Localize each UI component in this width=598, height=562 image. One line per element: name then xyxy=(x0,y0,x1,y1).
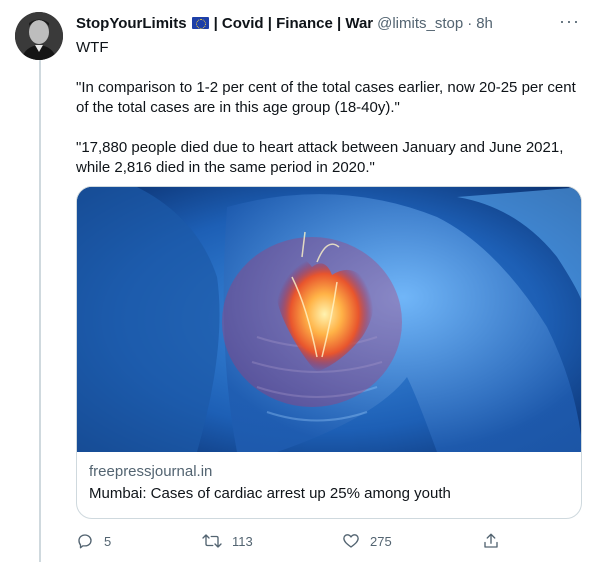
more-horizontal-icon[interactable]: ··· xyxy=(559,11,580,32)
author-name-suffix[interactable]: | Covid | Finance | War xyxy=(214,15,374,32)
reply-button[interactable]: 5 xyxy=(76,532,111,550)
author-handle[interactable]: @limits_stop xyxy=(377,15,463,32)
tweet-text-quote-1: "In comparison to 1-2 per cent of the to… xyxy=(76,79,576,116)
tweet-time[interactable]: 8h xyxy=(476,15,493,32)
link-card[interactable]: freepressjournal.in Mumbai: Cases of car… xyxy=(76,186,582,519)
reply-icon xyxy=(78,534,92,549)
card-image[interactable] xyxy=(77,187,581,452)
tweet-header: StopYourLimits | Covid | Finance | War @… xyxy=(76,11,580,34)
thread-line xyxy=(39,60,41,562)
share-icon xyxy=(484,533,498,548)
tweet-text-quote-2: "17,880 people died due to heart attack … xyxy=(76,139,564,176)
tweet-actions: 5 113 275 xyxy=(76,528,516,554)
reply-count: 5 xyxy=(104,533,112,549)
retweet-count: 113 xyxy=(232,533,253,549)
tweet-text: WTF "In comparison to 1-2 per cent of th… xyxy=(76,38,586,198)
share-button[interactable] xyxy=(482,532,500,550)
card-meta[interactable]: freepressjournal.in Mumbai: Cases of car… xyxy=(77,452,581,514)
author-name[interactable]: StopYourLimits xyxy=(76,15,187,32)
card-title: Mumbai: Cases of cardiac arrest up 25% a… xyxy=(89,485,451,502)
like-button[interactable]: 275 xyxy=(342,532,392,550)
card-domain: freepressjournal.in xyxy=(89,463,213,480)
retweet-icon xyxy=(202,534,222,548)
retweet-button[interactable]: 113 xyxy=(202,532,253,550)
avatar[interactable] xyxy=(15,12,63,60)
like-count: 275 xyxy=(370,533,392,549)
eu-flag-icon xyxy=(191,17,209,29)
heart-icon xyxy=(343,534,359,548)
tweet-text-line: WTF xyxy=(76,39,109,56)
separator: · xyxy=(467,14,473,32)
